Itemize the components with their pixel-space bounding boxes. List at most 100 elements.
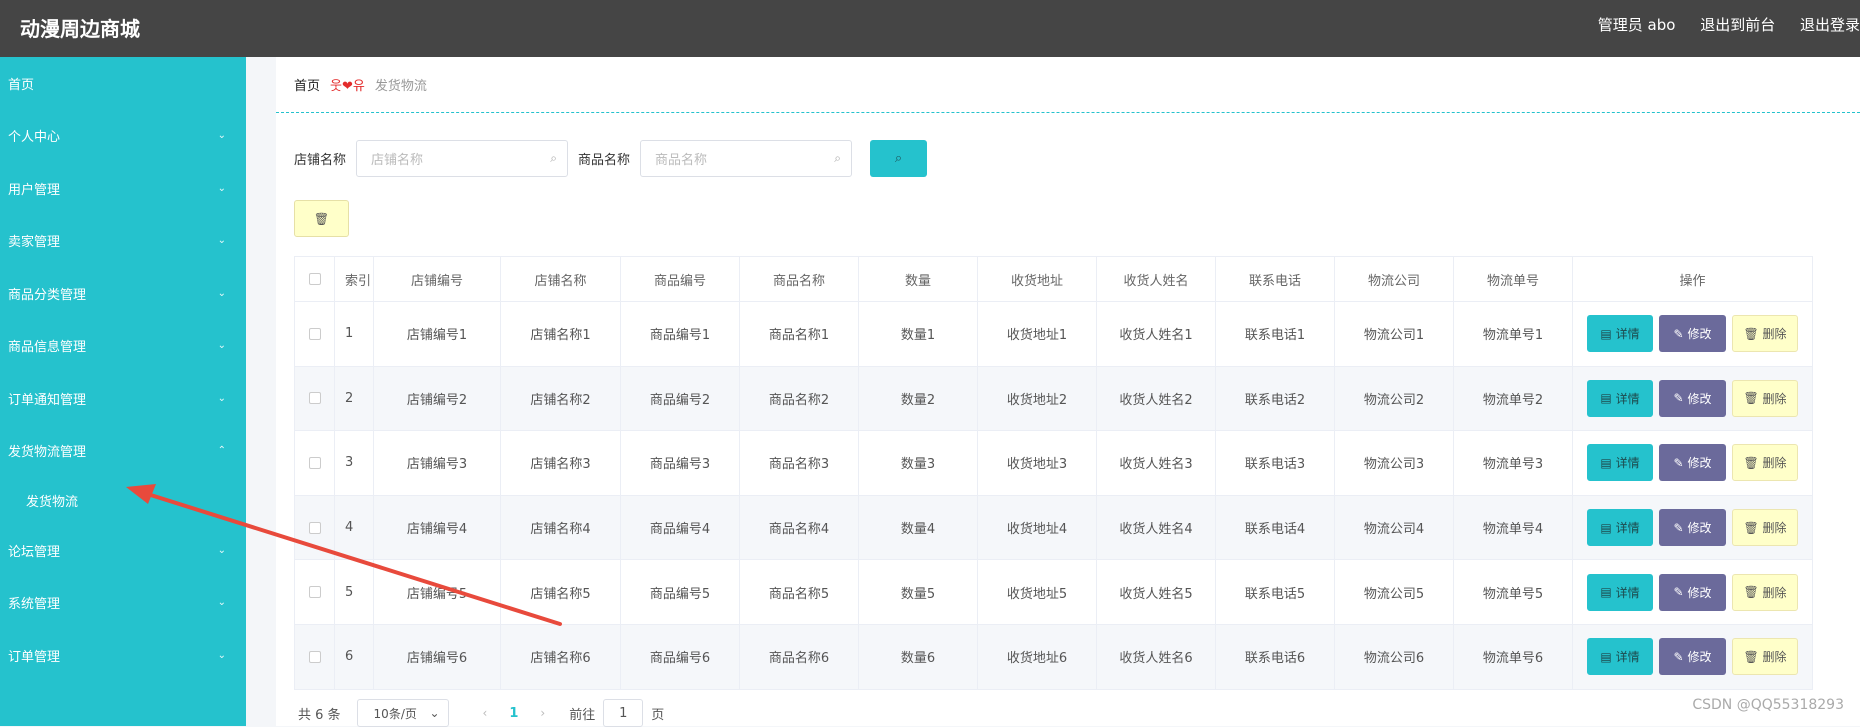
document-icon: ▤: [1600, 520, 1612, 535]
sidebar-item-system-management[interactable]: 系统管理 ⌄: [0, 577, 246, 630]
table-cell: 3: [334, 430, 374, 496]
sidebar-item-category-management[interactable]: 商品分类管理 ⌄: [0, 267, 246, 320]
sidebar-item-personal-center[interactable]: 个人中心 ⌄: [0, 110, 246, 163]
table-cell: 收货地址5: [977, 559, 1097, 625]
table-cell: 收货人姓名6: [1096, 623, 1216, 690]
page-size-select[interactable]: 10条/页 ⌄: [356, 699, 449, 727]
trash-icon: 🗑: [1743, 520, 1759, 535]
sidebar-item-shipping-management[interactable]: 发货物流管理 ⌃: [0, 425, 246, 478]
col-shop-name: 店铺名称: [500, 256, 621, 302]
col-receiver: 收货人姓名: [1096, 256, 1216, 302]
table-cell: 店铺编号6: [373, 623, 501, 690]
logout-link[interactable]: 退出登录: [1800, 16, 1860, 34]
table-cell: 物流单号5: [1453, 559, 1573, 625]
table-cell: 收货地址2: [977, 365, 1097, 432]
table-cell: 商品编号6: [620, 623, 740, 690]
row-checkbox[interactable]: [294, 301, 335, 367]
detail-button[interactable]: ▤ 详情: [1587, 315, 1653, 353]
trash-icon: 🗑: [313, 211, 330, 226]
row-checkbox[interactable]: [294, 365, 335, 432]
sidebar: 首页 个人中心 ⌄ 用户管理 ⌄ 卖家管理 ⌄ 商品分类管理 ⌄ 商品信息管理 ⌄ 订单通…: [0, 57, 246, 726]
trash-icon: 🗑: [1743, 585, 1759, 600]
detail-button[interactable]: ▤ 详情: [1587, 573, 1653, 611]
page-number-1[interactable]: 1: [509, 706, 518, 721]
table-cell: 数量4: [858, 494, 978, 561]
table-cell: 收货人姓名2: [1096, 365, 1216, 432]
shipping-table: 索引 店铺编号 店铺名称 商品编号 商品名称 数量 收货地址 收货人姓名 联系电…: [294, 256, 1813, 690]
table-cell: 店铺名称1: [500, 301, 621, 367]
breadcrumb: 首页 웃❤유 发货物流: [276, 57, 1860, 113]
table-cell: 物流单号1: [1453, 301, 1573, 367]
table-cell: 店铺编号1: [373, 301, 501, 367]
col-actions: 操作: [1572, 256, 1813, 302]
edit-button[interactable]: ✎ 修改: [1659, 379, 1726, 417]
breadcrumb-current: 发货物流: [374, 79, 427, 94]
sidebar-item-user-management[interactable]: 用户管理 ⌄: [0, 162, 246, 215]
prev-page-button[interactable]: ‹: [483, 706, 488, 720]
table-cell: 收货地址6: [977, 623, 1097, 690]
table-cell: 收货人姓名1: [1096, 301, 1216, 367]
table-cell: 店铺名称6: [500, 623, 621, 690]
sidebar-item-order-management[interactable]: 订单管理 ⌄: [0, 629, 246, 682]
table-cell: 店铺名称4: [500, 494, 621, 561]
chevron-down-icon: ⌄: [429, 706, 440, 720]
top-bar: 动漫周边商城 管理员 abo 退出到前台 退出登录: [0, 0, 1860, 57]
trash-icon: 🗑: [1743, 455, 1759, 470]
edit-button[interactable]: ✎ 修改: [1659, 444, 1726, 482]
row-actions: ▤ 详情 ✎ 修改 🗑 删除: [1572, 623, 1813, 690]
edit-button[interactable]: ✎ 修改: [1659, 315, 1726, 353]
table-cell: 物流公司5: [1334, 559, 1454, 625]
sidebar-item-order-notice[interactable]: 订单通知管理 ⌄: [0, 372, 246, 425]
table-cell: 商品编号2: [620, 365, 740, 432]
back-to-front-link[interactable]: 退出到前台: [1700, 16, 1775, 34]
search-bar: 店铺名称 店铺名称 ⌕ 商品名称 商品名称 ⌕ ⌕: [294, 140, 928, 177]
edit-button[interactable]: ✎ 修改: [1659, 573, 1726, 611]
sidebar-item-forum-management[interactable]: 论坛管理 ⌄: [0, 524, 246, 577]
col-goods-id: 商品编号: [620, 256, 740, 302]
row-checkbox[interactable]: [294, 623, 335, 690]
delete-button[interactable]: 🗑 删除: [1732, 315, 1798, 353]
sidebar-item-seller-management[interactable]: 卖家管理 ⌄: [0, 215, 246, 268]
edit-button[interactable]: ✎ 修改: [1659, 638, 1726, 676]
delete-button[interactable]: 🗑 删除: [1732, 379, 1798, 417]
select-all-checkbox[interactable]: [294, 256, 335, 302]
delete-button[interactable]: 🗑 删除: [1732, 573, 1798, 611]
chevron-down-icon: ⌄: [217, 130, 226, 142]
shop-name-input[interactable]: 店铺名称 ⌕: [356, 140, 569, 177]
table-cell: 店铺编号5: [373, 559, 501, 625]
detail-button[interactable]: ▤ 详情: [1587, 509, 1653, 547]
next-page-button[interactable]: ›: [540, 706, 545, 720]
row-actions: ▤ 详情 ✎ 修改 🗑 删除: [1572, 301, 1813, 367]
detail-button[interactable]: ▤ 详情: [1587, 638, 1653, 676]
trash-icon: 🗑: [1743, 326, 1759, 341]
table-cell: 数量5: [858, 559, 978, 625]
col-shop-id: 店铺编号: [373, 256, 501, 302]
breadcrumb-home[interactable]: 首页: [294, 75, 320, 94]
row-checkbox[interactable]: [294, 430, 335, 496]
watermark: CSDN @QQ55318293: [1692, 697, 1844, 713]
detail-button[interactable]: ▤ 详情: [1587, 444, 1653, 482]
table-cell: 物流公司1: [1334, 301, 1454, 367]
edit-button[interactable]: ✎ 修改: [1659, 509, 1726, 547]
search-button[interactable]: ⌕: [870, 140, 928, 177]
sidebar-item-goods-management[interactable]: 商品信息管理 ⌄: [0, 320, 246, 373]
delete-button[interactable]: 🗑 删除: [1732, 444, 1798, 482]
table-cell: 物流公司2: [1334, 365, 1454, 432]
goods-name-input[interactable]: 商品名称 ⌕: [640, 140, 853, 177]
table-cell: 物流单号3: [1453, 430, 1573, 496]
chevron-down-icon: ⌄: [217, 287, 226, 299]
goto-page-input[interactable]: 1: [603, 699, 644, 727]
sidebar-subitem-shipping[interactable]: 发货物流: [0, 477, 246, 524]
row-actions: ▤ 详情 ✎ 修改 🗑 删除: [1572, 559, 1813, 625]
table-cell: 收货地址4: [977, 494, 1097, 561]
table-cell: 物流公司3: [1334, 430, 1454, 496]
detail-button[interactable]: ▤ 详情: [1587, 379, 1653, 417]
delete-button[interactable]: 🗑 删除: [1732, 638, 1798, 676]
row-checkbox[interactable]: [294, 559, 335, 625]
table-cell: 物流单号2: [1453, 365, 1573, 432]
table-row: 6 店铺编号6 店铺名称6 商品编号6 商品名称6 数量6 收货地址6 收货人姓名6 联系电话6…: [294, 623, 1813, 690]
row-checkbox[interactable]: [294, 494, 335, 561]
sidebar-item-home[interactable]: 首页: [0, 57, 246, 110]
delete-button[interactable]: 🗑 删除: [1732, 509, 1798, 547]
batch-delete-button[interactable]: 🗑: [294, 200, 349, 237]
